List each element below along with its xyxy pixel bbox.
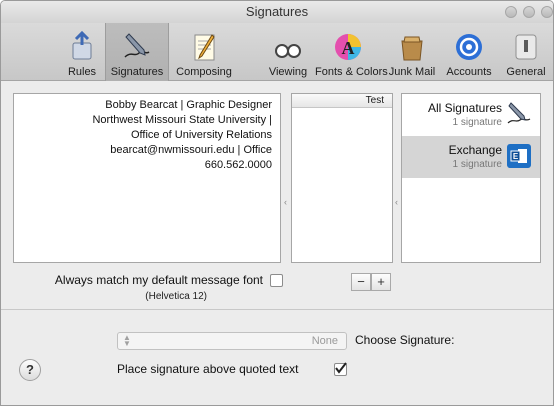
- checkmark-icon: [335, 362, 347, 374]
- account-row-all-signatures[interactable]: All Signatures 1 signature: [402, 94, 540, 136]
- tab-signatures-label: Signatures: [110, 66, 164, 78]
- signature-line: Northwest Missouri State University |: [92, 114, 272, 126]
- choose-signature-value: None: [311, 335, 338, 347]
- accounts-list: All Signatures 1 signature Exchange 1 si…: [401, 93, 541, 263]
- remove-signature-button[interactable]: −: [351, 273, 371, 291]
- preferences-window: Signatures General Accounts Junk Mail A …: [0, 0, 554, 406]
- general-icon: [515, 34, 537, 60]
- splitter-handle[interactable]: ‹: [395, 197, 398, 207]
- tab-viewing[interactable]: Viewing: [263, 23, 313, 81]
- tab-junk-mail-label: Junk Mail: [388, 66, 436, 78]
- tab-fonts-colors[interactable]: A Fonts & Colors: [315, 23, 388, 81]
- updown-arrows-icon: ▲ ▼: [123, 333, 131, 348]
- tab-signatures[interactable]: Signatures: [105, 23, 169, 81]
- signatures-icon: [124, 33, 150, 58]
- window-title: Signatures: [245, 4, 309, 19]
- match-font-label: Always match my default message font: [54, 273, 263, 287]
- tab-accounts[interactable]: Accounts: [441, 23, 497, 81]
- tab-viewing-label: Viewing: [268, 66, 308, 78]
- tab-general[interactable]: General: [499, 23, 553, 81]
- default-font-name: (Helvetica 12): [145, 291, 207, 302]
- signature-line: Office of University Relations: [130, 129, 272, 141]
- pen-icon: [507, 102, 531, 124]
- tab-general-label: General: [506, 66, 546, 78]
- splitter-handle[interactable]: ‹: [284, 197, 287, 207]
- tab-fonts-colors-label: Fonts & Colors: [315, 66, 388, 78]
- title-bar: Signatures: [1, 1, 553, 23]
- window-button[interactable]: [541, 6, 553, 18]
- viewing-icon: [275, 44, 301, 58]
- rules-icon: [72, 31, 92, 60]
- fonts-colors-icon: A: [335, 34, 361, 60]
- match-font-checkbox[interactable]: [270, 274, 283, 287]
- signature-list-item[interactable]: Test: [292, 94, 392, 108]
- signature-line: bearcat@nwmissouri.edu | Office: [110, 144, 272, 156]
- window-button[interactable]: [505, 6, 517, 18]
- preferences-toolbar: General Accounts Junk Mail A Fonts & Col…: [1, 23, 553, 81]
- tab-rules-label: Rules: [67, 66, 97, 78]
- tab-accounts-label: Accounts: [446, 66, 492, 78]
- window-button[interactable]: [523, 6, 535, 18]
- choose-signature-label: Choose Signature:: [355, 333, 455, 347]
- account-row-exchange[interactable]: Exchange 1 signature E: [402, 136, 540, 178]
- signature-line: Bobby Bearcat | Graphic Designer: [105, 99, 272, 111]
- signature-line: 660.562.0000: [204, 159, 272, 171]
- signature-list: Test: [291, 93, 393, 263]
- place-above-quoted-label: Place signature above quoted text: [117, 362, 299, 376]
- account-name: Exchange: [448, 143, 502, 157]
- account-signature-count: 1 signature: [452, 117, 502, 128]
- add-signature-button[interactable]: +: [371, 273, 391, 291]
- exchange-icon: E: [507, 144, 531, 168]
- signature-editor[interactable]: Bobby Bearcat | Graphic Designer Northwe…: [13, 93, 281, 263]
- help-button[interactable]: ?: [19, 359, 41, 381]
- divider: [1, 309, 553, 310]
- tab-junk-mail[interactable]: Junk Mail: [385, 23, 439, 81]
- svg-text:A: A: [342, 38, 355, 58]
- junk-mail-icon: [401, 36, 423, 61]
- signature-content: Bobby Bearcat | Graphic Designer Northwe…: [14, 94, 280, 177]
- account-name: All Signatures: [427, 101, 502, 115]
- tab-composing[interactable]: Composing: [171, 23, 237, 81]
- accounts-icon: [456, 34, 482, 60]
- tab-rules[interactable]: Rules: [61, 23, 103, 81]
- account-signature-count: 1 signature: [452, 159, 502, 170]
- svg-text:E: E: [513, 152, 519, 161]
- tab-composing-label: Composing: [176, 66, 232, 78]
- choose-signature-select[interactable]: ▲ ▼ None: [117, 332, 347, 350]
- place-above-quoted-checkbox[interactable]: [334, 362, 347, 376]
- composing-icon: [194, 34, 215, 61]
